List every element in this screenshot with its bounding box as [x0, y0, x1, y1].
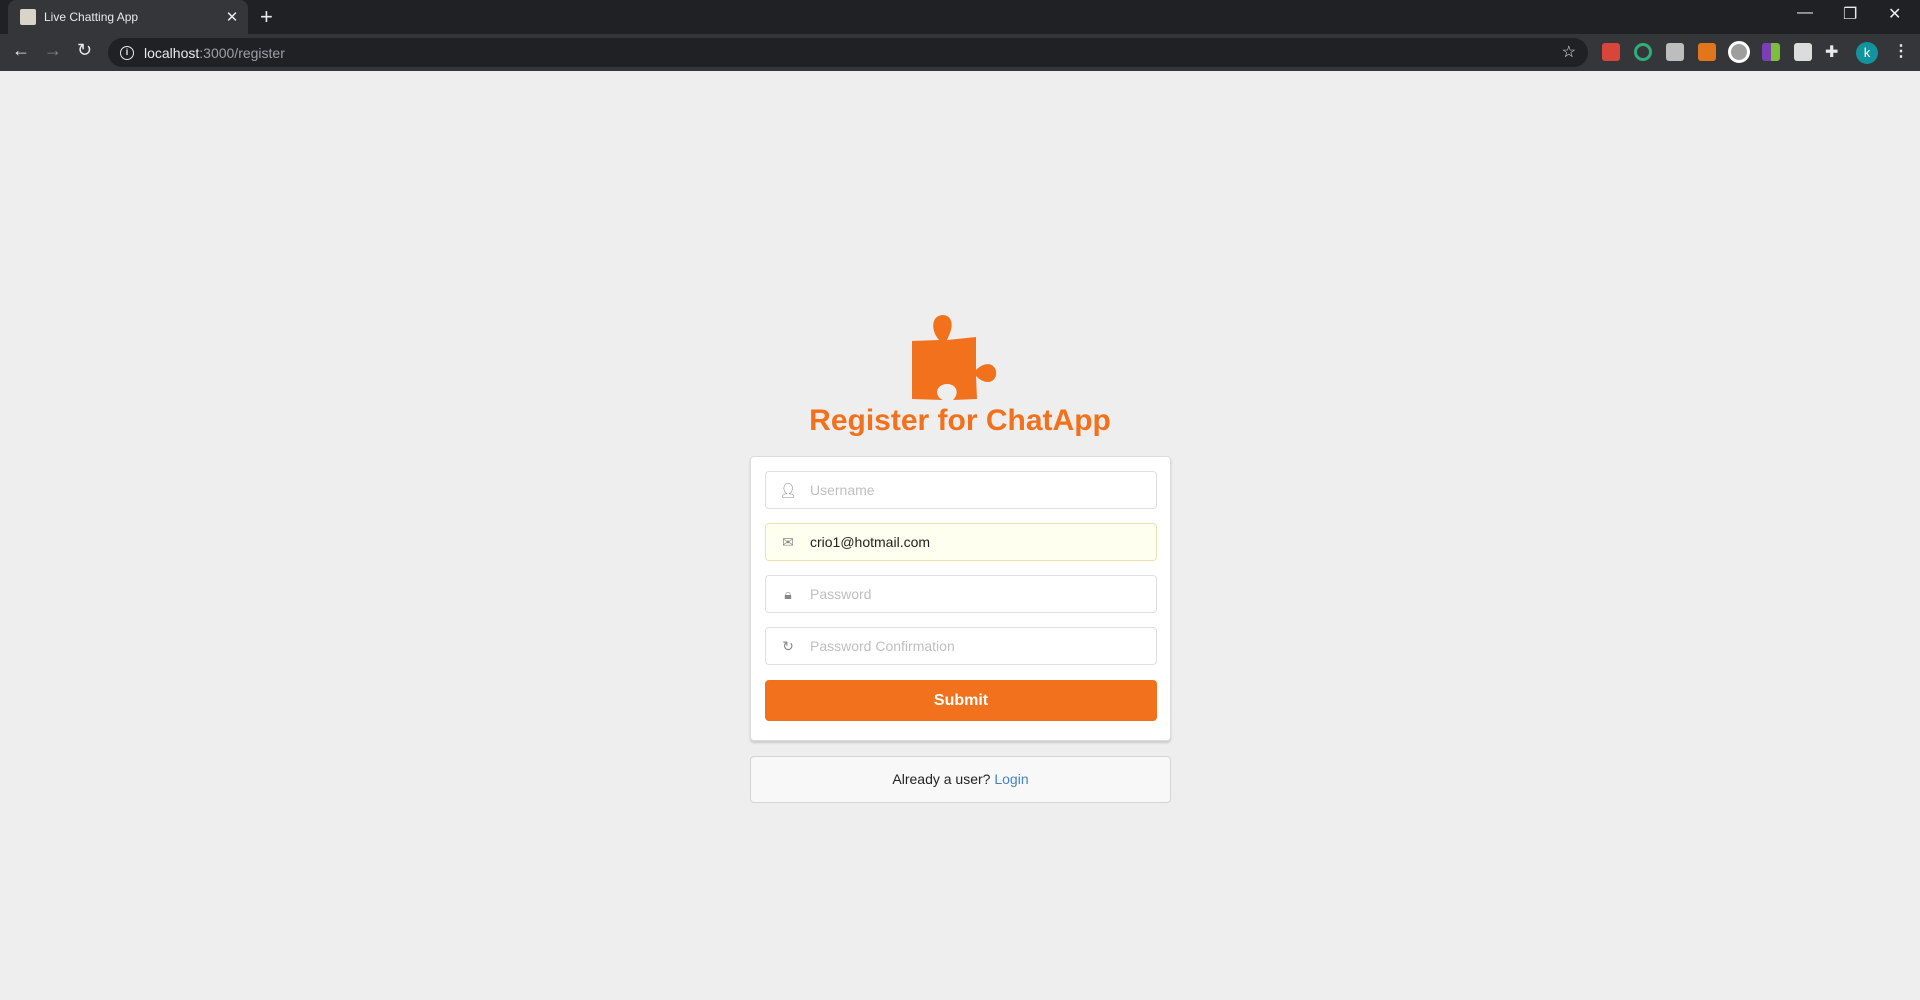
browser-toolbar: ← → ↻ i localhost:3000/register ☆ ✚ k ⋮	[0, 34, 1920, 71]
extension-colorful-icon[interactable]	[1762, 43, 1780, 61]
login-prompt: Already a user? Login	[750, 756, 1171, 803]
minimize-icon[interactable]: —	[1797, 4, 1813, 22]
username-input[interactable]	[810, 482, 1156, 498]
password-field[interactable]: 🔒︎	[765, 575, 1157, 613]
extension-red-icon[interactable]	[1602, 43, 1620, 61]
favicon-icon	[20, 9, 36, 25]
email-field[interactable]: ✉	[765, 523, 1157, 561]
reload-icon[interactable]: ↻	[77, 40, 92, 61]
user-icon: 👤︎	[779, 481, 797, 498]
metamask-fox-icon[interactable]	[1698, 43, 1716, 61]
browser-menu-icon[interactable]: ⋮	[1893, 41, 1909, 61]
back-icon[interactable]: ←	[12, 40, 30, 61]
extensions-puzzle-icon[interactable]: ✚	[1825, 42, 1838, 62]
login-link[interactable]: Login	[994, 771, 1028, 787]
envelope-icon: ✉	[782, 533, 794, 550]
close-tab-icon[interactable]: ✕	[222, 8, 242, 26]
page-title: Register for ChatApp	[809, 404, 1111, 437]
extension-sync-icon[interactable]	[1728, 41, 1750, 63]
url-path: :3000/register	[199, 44, 285, 61]
bookmark-star-icon[interactable]: ☆	[1562, 42, 1576, 62]
address-bar[interactable]: i localhost:3000/register ☆	[108, 38, 1588, 67]
close-window-icon[interactable]: ✕	[1888, 4, 1901, 24]
email-input[interactable]	[810, 534, 1156, 550]
lock-icon: 🔒︎	[784, 585, 792, 602]
restore-icon[interactable]: ❐	[1843, 4, 1857, 24]
forward-icon[interactable]: →	[44, 40, 62, 61]
browser-tab[interactable]: Live Chatting App ✕	[8, 0, 248, 34]
register-form: 👤︎ ✉ 🔒︎ ↻ Submit	[750, 456, 1171, 741]
new-tab-icon[interactable]: +	[260, 4, 273, 30]
login-prompt-text: Already a user?	[892, 771, 995, 787]
url-host: localhost	[144, 44, 200, 61]
tab-title: Live Chatting App	[44, 10, 139, 24]
puzzle-logo-icon	[912, 315, 997, 400]
submit-button[interactable]: Submit	[765, 680, 1157, 721]
password-confirmation-field[interactable]: ↻	[765, 627, 1157, 665]
extension-ring-icon[interactable]	[1634, 43, 1652, 61]
tab-bar: Live Chatting App ✕ + — ❐ ✕	[0, 0, 1920, 34]
info-icon[interactable]: i	[120, 45, 134, 60]
profile-avatar[interactable]: k	[1856, 42, 1878, 64]
refresh-icon: ↻	[782, 637, 794, 654]
password-input[interactable]	[810, 586, 1156, 602]
password-confirmation-input[interactable]	[810, 638, 1156, 654]
username-field[interactable]: 👤︎	[765, 471, 1157, 509]
extension-h-icon[interactable]	[1666, 43, 1684, 61]
extension-blank-icon[interactable]	[1794, 43, 1812, 61]
